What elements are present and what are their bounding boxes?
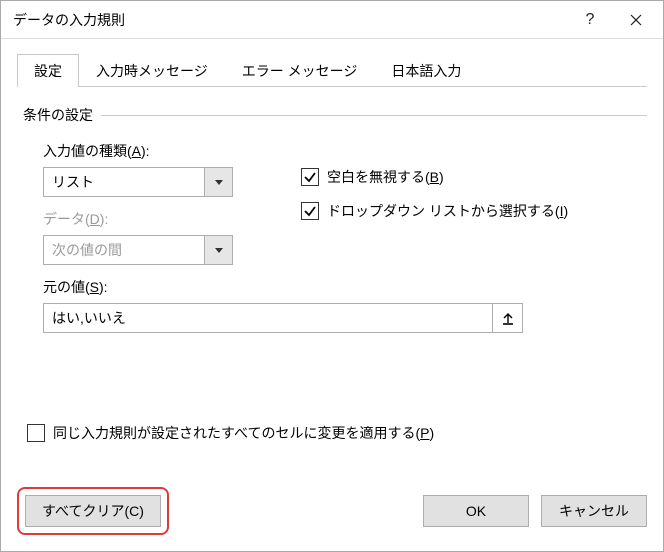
tab-strip: 設定 入力時メッセージ エラー メッセージ 日本語入力 [17,53,647,87]
tab-input-message[interactable]: 入力時メッセージ [79,54,225,87]
dialog-title: データの入力規則 [13,10,567,30]
dialog-content: 設定 入力時メッセージ エラー メッセージ 日本語入力 条件の設定 入力値の種類… [1,39,663,473]
data-label: データ(D): [43,209,267,229]
in-cell-dropdown-checkbox[interactable]: ドロップダウン リストから選択する(I) [301,201,568,221]
allow-label: 入力値の種類(A): [43,141,267,161]
cancel-button[interactable]: キャンセル [541,495,647,527]
chevron-down-icon [215,248,223,253]
divider [101,115,647,116]
chevron-down-icon [215,180,223,185]
ignore-blank-checkbox[interactable]: 空白を無視する(B) [301,167,568,187]
ok-button[interactable]: OK [423,495,529,527]
source-input[interactable]: はい,いいえ [43,303,493,333]
allow-select-button[interactable] [204,168,232,196]
close-button[interactable] [613,1,659,39]
checkbox-checked-icon [301,202,319,220]
data-validation-dialog: データの入力規則 ? 設定 入力時メッセージ エラー メッセージ 日本語入力 条… [0,0,664,552]
apply-to-all-checkbox[interactable]: 同じ入力規則が設定されたすべてのセルに変更を適用する(P) [27,423,647,443]
collapse-dialog-icon [501,311,515,325]
criteria-group-text: 条件の設定 [23,105,93,125]
button-row: すべてクリア(C) OK キャンセル [1,473,663,551]
close-icon [630,14,642,26]
criteria-group-label: 条件の設定 [23,105,647,125]
clear-all-highlight: すべてクリア(C) [17,487,169,535]
tab-error-message[interactable]: エラー メッセージ [225,54,375,87]
checkbox-checked-icon [301,168,319,186]
clear-all-button[interactable]: すべてクリア(C) [25,495,161,527]
data-select: 次の値の間 [43,235,233,265]
range-selector-button[interactable] [493,303,523,333]
tab-ime[interactable]: 日本語入力 [374,54,478,87]
allow-select-value: リスト [44,168,204,196]
data-select-value: 次の値の間 [44,236,204,264]
data-select-button [204,236,232,264]
titlebar: データの入力規則 ? [1,1,663,39]
source-label: 元の値(S): [43,277,637,297]
options-column: 空白を無視する(B) ドロップダウン リストから選択する(I) [301,137,568,265]
allow-select[interactable]: リスト [43,167,233,197]
checkbox-unchecked-icon [27,424,45,442]
help-button[interactable]: ? [567,1,613,39]
allow-column: 入力値の種類(A): リスト データ(D): 次の値の間 [43,129,267,265]
tab-settings[interactable]: 設定 [17,54,79,87]
criteria-body: 入力値の種類(A): リスト データ(D): 次の値の間 [17,125,647,333]
